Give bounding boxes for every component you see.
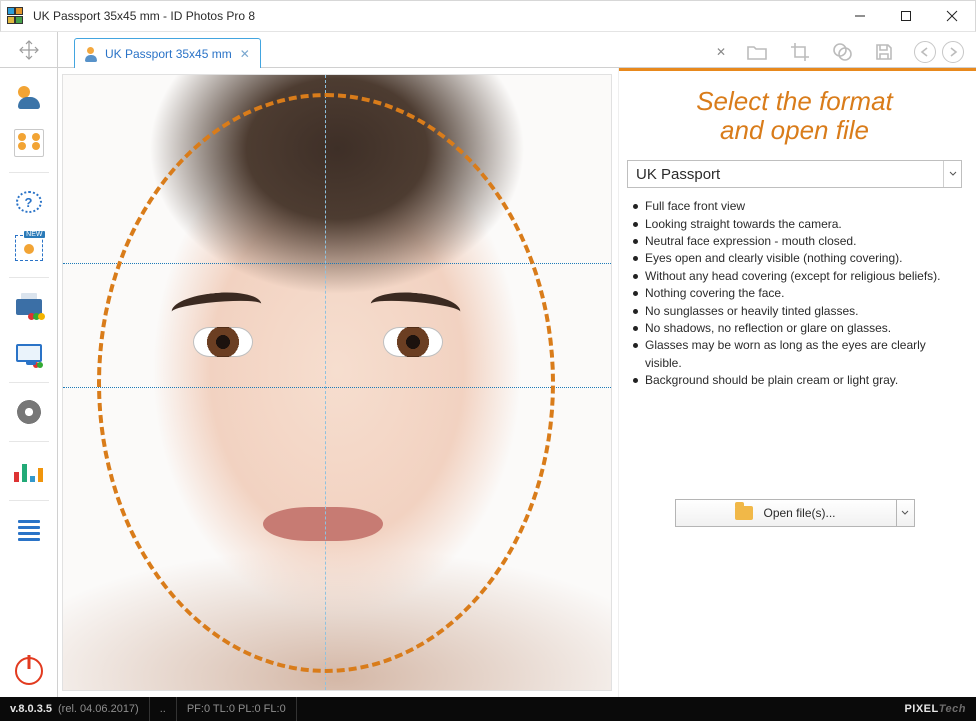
- window-title: UK Passport 35x45 mm - ID Photos Pro 8: [33, 9, 255, 23]
- crop-icon: [790, 42, 810, 62]
- person-icon: [18, 86, 40, 109]
- photo-canvas-wrap: [58, 68, 618, 697]
- printer-icon: [16, 299, 42, 315]
- person-icon: [83, 46, 99, 62]
- app-icon: [7, 7, 25, 25]
- requirements-list: Full face front view Looking straight to…: [631, 198, 962, 389]
- nav-back-button[interactable]: [914, 41, 936, 63]
- sidebar: ? NEW: [0, 68, 58, 697]
- people-grid-icon: [14, 129, 44, 157]
- panel-title: Select the format and open file: [627, 87, 962, 144]
- requirement-item: Neutral face expression - mouth closed.: [631, 233, 962, 250]
- open-file-label: Open file(s)...: [763, 506, 835, 520]
- requirement-item: Eyes open and clearly visible (nothing c…: [631, 250, 962, 267]
- sidebar-settings-button[interactable]: [8, 391, 50, 433]
- folder-icon: [735, 506, 753, 520]
- format-select-value: UK Passport: [628, 166, 943, 183]
- brand-label: PIXELTech: [894, 697, 976, 721]
- overlap-circles-icon: [832, 42, 852, 62]
- sidebar-new-photo-button[interactable]: NEW: [8, 227, 50, 269]
- sidebar-print-button[interactable]: [8, 286, 50, 328]
- help-bubble-icon: ?: [16, 191, 42, 213]
- status-version: v.8.0.3.5: [10, 703, 52, 715]
- top-toolbar: [746, 42, 894, 62]
- bar-chart-icon: [14, 460, 43, 482]
- requirement-item: Nothing covering the face.: [631, 285, 962, 302]
- save-button[interactable]: [874, 42, 894, 62]
- window-minimize-button[interactable]: [837, 1, 883, 31]
- sidebar-stats-button[interactable]: [8, 450, 50, 492]
- open-file-row: Open file(s)...: [675, 499, 915, 527]
- topbar: UK Passport 35x45 mm ✕ ✕: [0, 32, 976, 68]
- requirement-item: Full face front view: [631, 198, 962, 215]
- tab-label: UK Passport 35x45 mm: [105, 47, 232, 61]
- window-maximize-button[interactable]: [883, 1, 929, 31]
- requirement-item: Without any head covering (except for re…: [631, 268, 962, 285]
- sidebar-power-button[interactable]: [8, 655, 50, 697]
- new-photo-icon: NEW: [15, 235, 43, 261]
- right-panel: Select the format and open file UK Passp…: [618, 68, 976, 697]
- move-tool-button[interactable]: [0, 32, 58, 67]
- requirement-item: Background should be plain cream or ligh…: [631, 372, 962, 389]
- main-area: ? NEW: [0, 68, 976, 697]
- arrow-right-icon: [948, 47, 958, 57]
- tabs-close-all-button[interactable]: ✕: [716, 45, 726, 59]
- nav-forward-button[interactable]: [942, 41, 964, 63]
- new-badge: NEW: [24, 231, 44, 238]
- chevron-down-icon: [949, 170, 957, 178]
- gear-icon: [17, 400, 41, 424]
- requirement-item: No shadows, no reflection or glare on gl…: [631, 320, 962, 337]
- sidebar-menu-button[interactable]: [8, 509, 50, 551]
- sidebar-help-button[interactable]: ?: [8, 181, 50, 223]
- format-select[interactable]: UK Passport: [627, 160, 962, 188]
- open-file-dropdown-button[interactable]: [897, 499, 915, 527]
- open-folder-button[interactable]: [746, 43, 768, 61]
- power-icon: [15, 657, 43, 685]
- requirement-item: Glasses may be worn as long as the eyes …: [631, 337, 962, 372]
- photo-canvas[interactable]: [62, 74, 612, 691]
- crop-button[interactable]: [790, 42, 810, 62]
- move-icon: [19, 40, 39, 60]
- arrow-left-icon: [920, 47, 930, 57]
- document-tabs: UK Passport 35x45 mm ✕: [70, 37, 261, 67]
- tab-uk-passport[interactable]: UK Passport 35x45 mm ✕: [74, 38, 261, 68]
- format-select-dropdown-button[interactable]: [943, 161, 961, 187]
- save-icon: [874, 42, 894, 62]
- guide-face-oval: [97, 93, 555, 673]
- requirement-item: No sunglasses or heavily tinted glasses.: [631, 303, 962, 320]
- tab-close-button[interactable]: ✕: [238, 47, 252, 61]
- open-file-button[interactable]: Open file(s)...: [675, 499, 897, 527]
- monitor-icon: [16, 344, 42, 362]
- sidebar-display-button[interactable]: [8, 332, 50, 374]
- sidebar-single-person-button[interactable]: [8, 76, 50, 118]
- sidebar-multi-person-button[interactable]: [8, 122, 50, 164]
- status-counters: PF:0 TL:0 PL:0 FL:0: [177, 697, 297, 721]
- folder-open-icon: [746, 43, 768, 61]
- window-close-button[interactable]: [929, 1, 975, 31]
- status-bar: v.8.0.3.5 (rel. 04.06.2017) .. PF:0 TL:0…: [0, 697, 976, 721]
- color-adjust-button[interactable]: [832, 42, 852, 62]
- status-release: (rel. 04.06.2017): [58, 703, 139, 715]
- requirement-item: Looking straight towards the camera.: [631, 216, 962, 233]
- status-dots: ..: [150, 697, 177, 721]
- chevron-down-icon: [901, 509, 909, 517]
- menu-lines-icon: [18, 520, 40, 541]
- titlebar: UK Passport 35x45 mm - ID Photos Pro 8: [0, 0, 976, 32]
